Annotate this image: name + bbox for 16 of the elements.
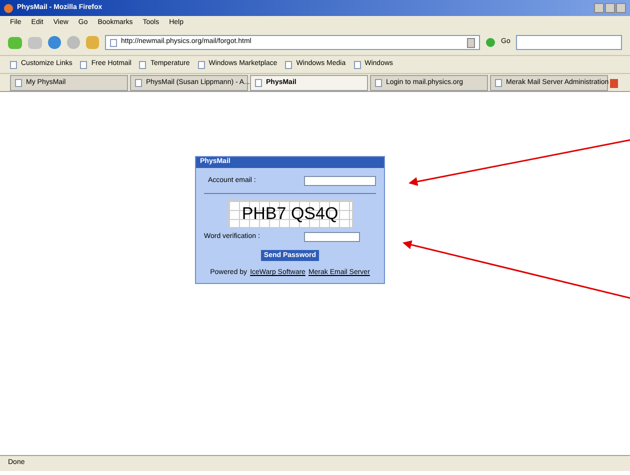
page-icon: [285, 60, 292, 68]
page-icon: [354, 60, 361, 68]
page-icon: [255, 79, 262, 87]
email-input-field[interactable]: [304, 176, 376, 186]
verification-input-field[interactable]: [304, 232, 360, 242]
page-icon: [80, 60, 88, 68]
page-icon: [139, 60, 146, 68]
page-icon: [110, 38, 117, 46]
captcha-image: PHB7 QS4Q: [228, 200, 352, 228]
page-icon: [135, 79, 142, 87]
page-icon: [375, 79, 382, 87]
page-icon: [198, 60, 205, 68]
page-icon: [10, 60, 17, 68]
page-icon: [495, 79, 502, 87]
page-icon: [15, 79, 22, 87]
search-field[interactable]: [516, 35, 622, 50]
